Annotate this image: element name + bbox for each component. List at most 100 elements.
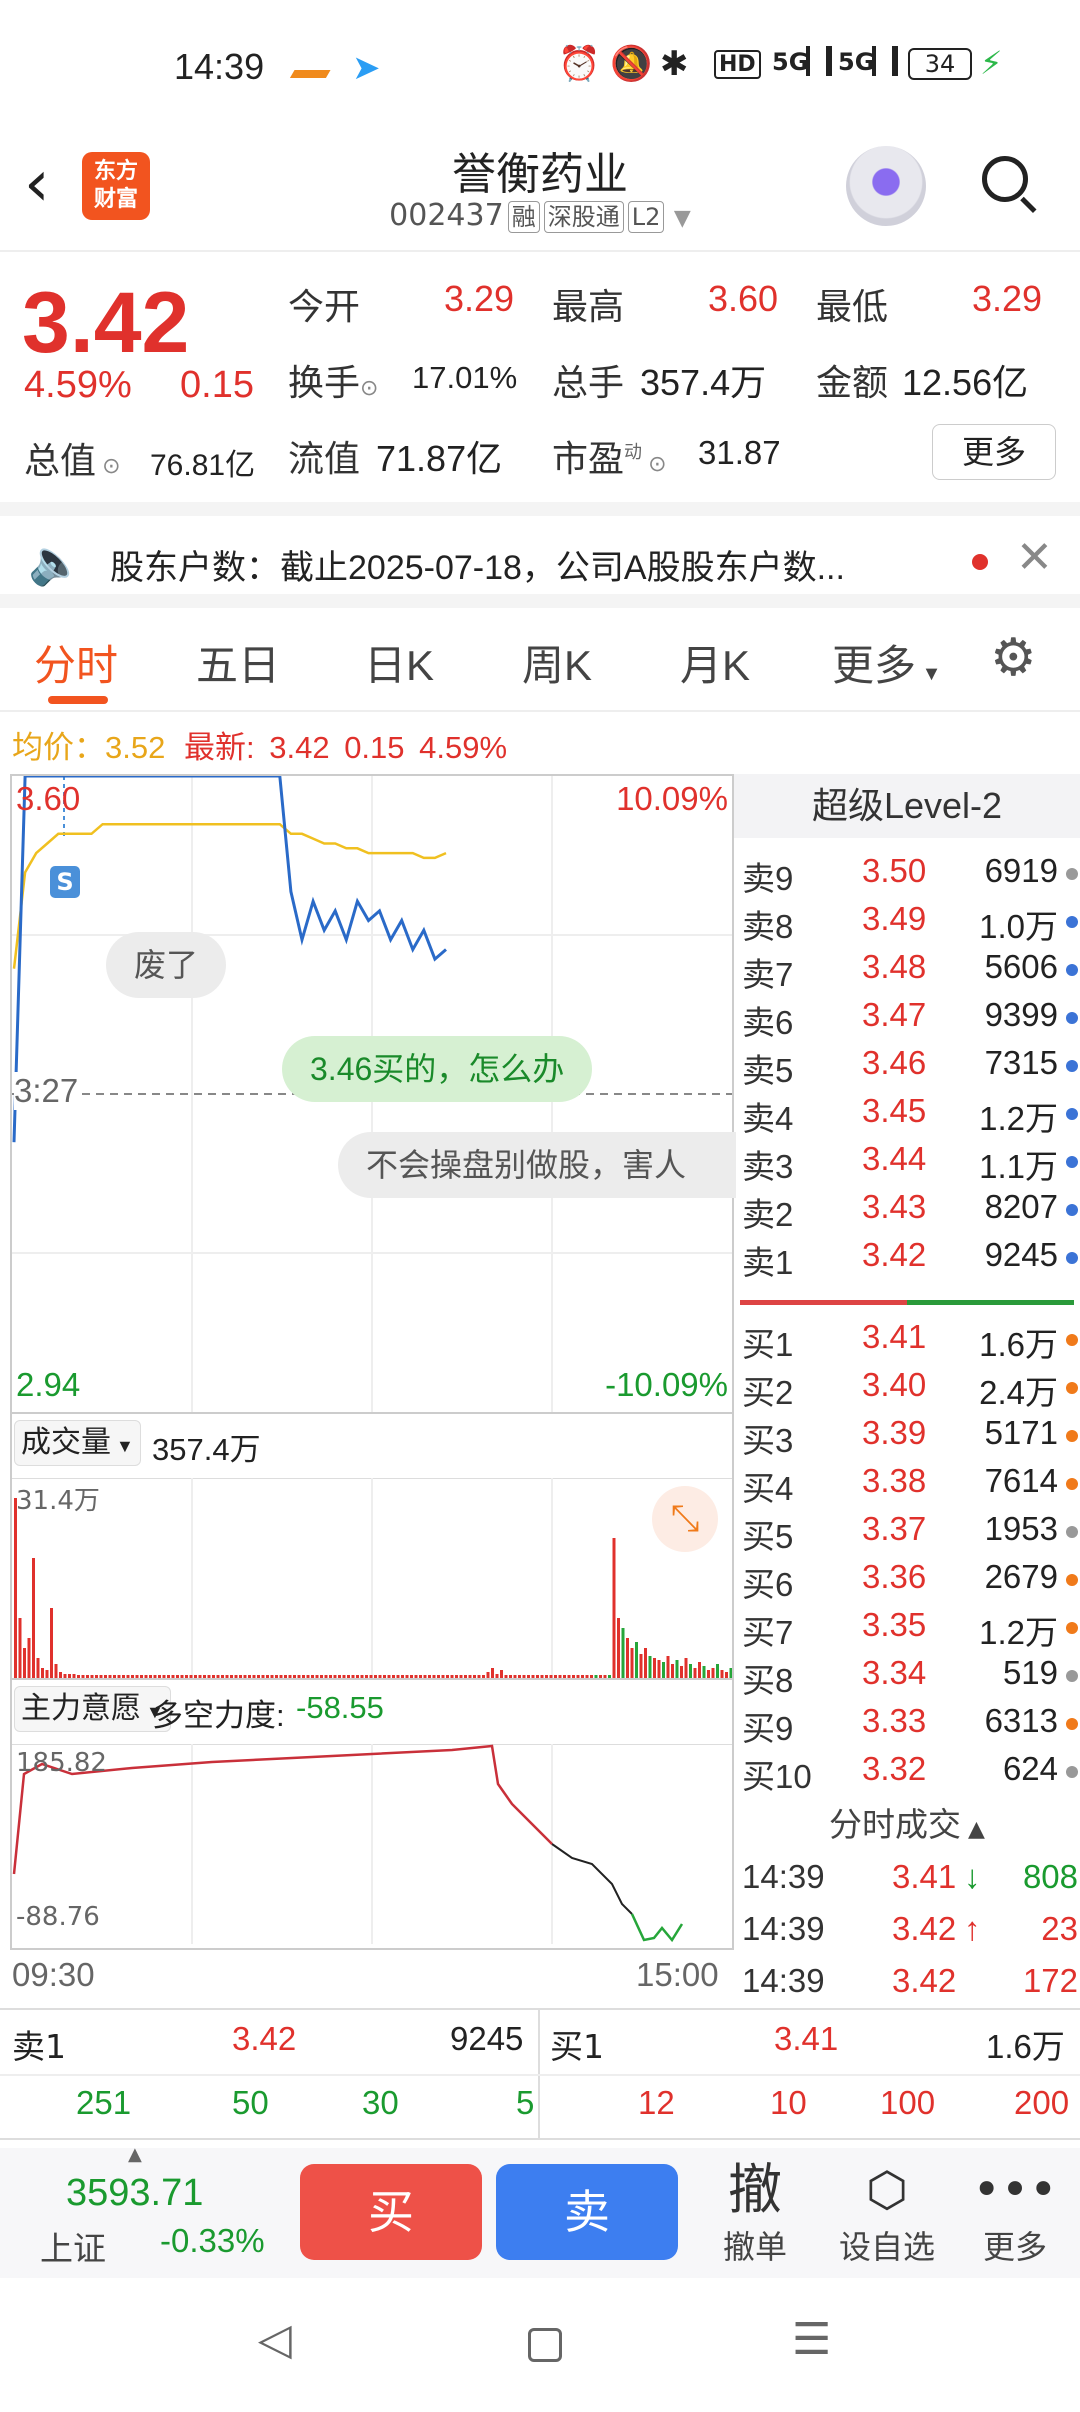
ask-row[interactable]: 卖3 3.44 1.1万 <box>742 1140 1078 1188</box>
bid-row[interactable]: 买5 3.37 1953 <box>742 1510 1078 1558</box>
right-num-3[interactable]: 100 <box>880 2084 935 2122</box>
volume-chart[interactable]: 成交量 ▼ 357.4万 31.4万 ⤡ <box>10 1414 734 1680</box>
ask-row[interactable]: 卖5 3.46 7315 <box>742 1044 1078 1092</box>
chart-top-pct: 10.09% <box>616 780 728 817</box>
indicator-chart[interactable]: 主力意愿 ▼ 多空力度: -58.55 185.82 -88.76 <box>10 1680 734 1950</box>
tab-5day[interactable]: 五日 <box>196 632 280 693</box>
add-watchlist-button[interactable]: ⬡ 设自选 <box>832 2158 942 2268</box>
volume-bar <box>18 1618 22 1678</box>
info-icon[interactable]: ⊙ <box>642 451 666 476</box>
volume-selector[interactable]: 成交量 ▼ <box>14 1420 141 1466</box>
info-icon[interactable]: ⊙ <box>360 375 378 400</box>
ask-dot <box>1066 1012 1078 1024</box>
open-label: 今开 <box>288 286 361 327</box>
ask-dot <box>1066 1204 1078 1216</box>
volume-bar <box>464 1675 467 1678</box>
more-menu-button[interactable]: ••• 更多 <box>960 2158 1070 2268</box>
info-icon[interactable]: ⊙ <box>96 453 120 478</box>
volume-bar <box>572 1675 575 1678</box>
bid-row[interactable]: 买7 3.35 1.2万 <box>742 1606 1078 1654</box>
nav-menu-icon[interactable]: ☰ <box>792 2314 831 2365</box>
left-num-4[interactable]: 5 <box>516 2084 534 2122</box>
volume-bar <box>590 1675 593 1678</box>
robot-assistant-icon[interactable] <box>846 146 926 226</box>
spread-divider <box>740 1300 1074 1305</box>
comment-bubble-2[interactable]: 3.46买的，怎么办 <box>282 1036 593 1102</box>
comment-bubble-1[interactable]: 废了 <box>106 932 227 998</box>
intraday-chart[interactable]: 3.60 10.09% 3:27 2.94 -10.09% S 废了 3.46买… <box>10 774 736 1414</box>
left-num-1[interactable]: 251 <box>76 2084 131 2122</box>
indicator-line-green <box>630 1913 684 1943</box>
ask-row[interactable]: 卖8 3.49 1.0万 <box>742 900 1078 948</box>
index-ticker[interactable]: ▲ 3593.71 上证 -0.33% <box>0 2144 280 2278</box>
nav-home-icon[interactable] <box>528 2328 562 2362</box>
tick-header[interactable]: 分时成交 ▲ <box>734 1798 1080 1846</box>
tab-daily-k[interactable]: 日K <box>364 632 434 693</box>
cancel-order-button[interactable]: 撤 撤单 <box>700 2158 810 2268</box>
nav-back-icon[interactable]: ◁ <box>258 2314 292 2365</box>
status-bar: 14:39 ➤ ⏰ 🔕 ✱ HD 5G 5G 34 ⚡ <box>0 0 1080 130</box>
sell-marker[interactable]: S <box>50 866 80 898</box>
tab-more[interactable]: 更多 ▼ <box>832 632 941 693</box>
right-num-1[interactable]: 12 <box>638 2084 675 2122</box>
bid-row[interactable]: 买10 3.32 624 <box>742 1750 1078 1798</box>
left-num-3[interactable]: 30 <box>362 2084 399 2122</box>
volume-bar <box>86 1675 89 1678</box>
volume-bar <box>324 1675 328 1678</box>
time-end: 15:00 <box>636 1956 719 1993</box>
volume-bar <box>135 1675 139 1678</box>
bid-level: 买4 <box>742 1470 794 1507</box>
ask-row[interactable]: 卖9 3.50 6919 <box>742 852 1078 900</box>
settings-icon[interactable]: ⚙ <box>990 628 1037 688</box>
ask-price: 3.45 <box>862 1092 927 1129</box>
trade-left-label: 卖1 <box>12 2027 66 2066</box>
volume-bar <box>113 1675 116 1678</box>
volume-bar <box>221 1675 224 1678</box>
ask-row[interactable]: 卖2 3.43 8207 <box>742 1188 1078 1236</box>
indicator-selector[interactable]: 主力意愿 ▼ <box>14 1686 171 1732</box>
left-num-2[interactable]: 50 <box>232 2084 269 2122</box>
bid-row[interactable]: 买8 3.34 519 <box>742 1654 1078 1702</box>
volume-bar <box>77 1675 80 1678</box>
right-num-4[interactable]: 200 <box>1014 2084 1069 2122</box>
close-icon[interactable]: ✕ <box>1016 532 1053 583</box>
comment-bubble-3[interactable]: 不会操盘别做股，害人 <box>338 1132 736 1198</box>
search-icon[interactable] <box>978 152 1038 213</box>
level2-panel[interactable]: 超级Level-2 卖9 3.50 6919 卖8 3.49 1.0万 卖7 3.48 5606… <box>734 774 1080 2004</box>
tick-arrow: ↑ <box>964 1910 981 1947</box>
more-dots-icon: ••• <box>972 2162 1058 2218</box>
buy-button[interactable]: 买 <box>300 2164 482 2260</box>
notice-bar[interactable]: 🔈 股东户数：截止2025-07-18，公司A股股东户数... ✕ <box>0 502 1080 608</box>
ask-row[interactable]: 卖4 3.45 1.2万 <box>742 1092 1078 1140</box>
charging-icon: ⚡ <box>980 44 1003 82</box>
trade-left-price: 3.42 <box>232 2020 297 2057</box>
turnover-label-text: 换手 <box>288 362 361 403</box>
indicator-top: 185.82 <box>16 1748 107 1778</box>
bid-level: 买7 <box>742 1614 794 1651</box>
ask-row[interactable]: 卖1 3.42 9245 <box>742 1236 1078 1284</box>
bid-row[interactable]: 买3 3.39 5171 <box>742 1414 1078 1462</box>
ask-row[interactable]: 卖6 3.47 9399 <box>742 996 1078 1044</box>
ask-dot <box>1066 1156 1078 1168</box>
tab-weekly-k[interactable]: 周K <box>522 632 592 693</box>
bid-row[interactable]: 买6 3.36 2679 <box>742 1558 1078 1606</box>
volume-bar <box>671 1664 674 1678</box>
pe-label: 市盈动 ⊙ <box>552 430 667 482</box>
bid-row[interactable]: 买9 3.33 6313 <box>742 1702 1078 1750</box>
sell-button[interactable]: 卖 <box>496 2164 678 2260</box>
ask-row[interactable]: 卖7 3.48 5606 <box>742 948 1078 996</box>
volume-bar <box>126 1675 130 1678</box>
volume-bar <box>410 1675 413 1678</box>
right-num-2[interactable]: 10 <box>770 2084 807 2122</box>
tab-intraday[interactable]: 分时 <box>34 632 118 693</box>
volume-bar <box>59 1672 62 1678</box>
tab-monthly-k[interactable]: 月K <box>680 632 750 693</box>
more-button[interactable]: 更多 <box>932 424 1056 480</box>
bid-row[interactable]: 买2 3.40 2.4万 <box>742 1366 1078 1414</box>
bid-row[interactable]: 买4 3.38 7614 <box>742 1462 1078 1510</box>
bid-row[interactable]: 买1 3.41 1.6万 <box>742 1318 1078 1366</box>
ask-level: 卖3 <box>742 1148 794 1185</box>
volume-bar <box>504 1675 508 1678</box>
tick-price: 3.42 <box>892 1910 957 1947</box>
tick-price: 3.41 <box>892 1858 957 1895</box>
